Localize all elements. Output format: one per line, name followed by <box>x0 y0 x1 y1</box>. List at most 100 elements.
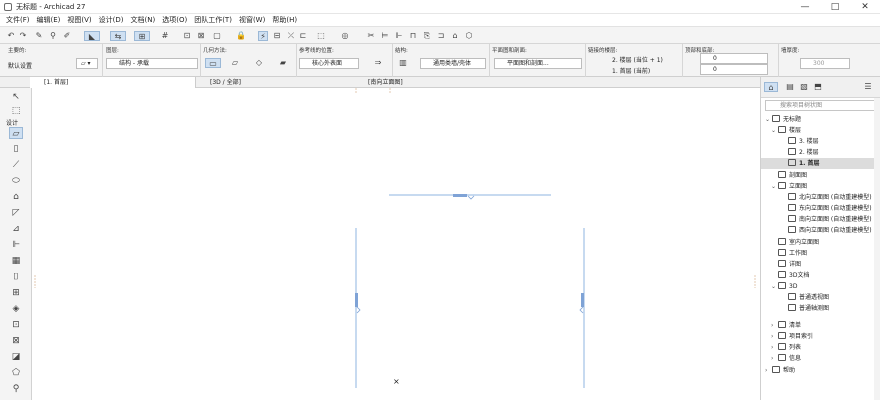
roof-tool-icon[interactable]: ⌂ <box>9 191 23 203</box>
tree-item-info[interactable]: › 信息 <box>771 353 801 364</box>
stair-tool-icon[interactable]: ⊿ <box>9 223 23 235</box>
zone-tool-icon[interactable]: ⊠ <box>9 335 23 347</box>
column-tool-icon[interactable]: ▯ <box>9 143 23 155</box>
navigator-search-input[interactable]: 搜索项目树状图 <box>765 100 877 111</box>
select-icon[interactable]: ▢ <box>212 31 222 41</box>
tree-item-interior-elevations[interactable]: 室内立面图 <box>771 237 819 248</box>
slab-tool-icon[interactable]: ⬭ <box>9 175 23 187</box>
publisher-icon[interactable]: ⬒ <box>813 82 823 92</box>
tree-item-elevations[interactable]: ⌄ 立面图 <box>771 181 807 192</box>
magic-wand-icon[interactable]: ⚡ <box>258 31 268 41</box>
menu-window[interactable]: 视窗(W) <box>239 14 265 26</box>
navigator-menu-icon[interactable]: ☰ <box>861 82 875 92</box>
menu-help[interactable]: 帮助(H) <box>272 14 297 26</box>
menu-edit[interactable]: 编辑(E) <box>37 14 61 26</box>
menu-document[interactable]: 文档(N) <box>131 14 156 26</box>
undo-icon[interactable]: ↶ <box>6 31 16 41</box>
beam-tool-icon[interactable]: ⟋ <box>9 159 23 171</box>
floor-plan-canvas[interactable]: × <box>33 88 760 400</box>
mesh-tool-icon[interactable]: ◪ <box>9 351 23 363</box>
snap-icon[interactable]: ⊞ <box>134 31 150 41</box>
lock-icon[interactable]: 🔒 <box>236 31 246 41</box>
tree-item-sections[interactable]: 剖面图 <box>771 170 807 181</box>
transform-icon[interactable]: ⬚ <box>316 31 326 41</box>
offset-icon[interactable]: ⊟ <box>272 31 282 41</box>
tree-item-axonometry[interactable]: 普通轴测图 <box>781 303 829 314</box>
door-tool-icon[interactable]: ⌷ <box>9 271 23 283</box>
tree-item-lists[interactable]: › 列表 <box>771 342 801 353</box>
close-button[interactable]: ✕ <box>850 0 880 14</box>
intersect-icon[interactable]: ⤫ <box>286 31 296 41</box>
tree-item-stories[interactable]: ⌄ 楼层 <box>771 125 801 136</box>
railing-tool-icon[interactable]: ⊩ <box>9 239 23 251</box>
project-map-icon[interactable]: ⌂ <box>764 82 778 92</box>
tree-item-project-indexes[interactable]: › 项目索引 <box>771 331 813 342</box>
lamp-tool-icon[interactable]: ⚲ <box>9 383 23 395</box>
house-icon[interactable]: ⌂ <box>450 31 460 41</box>
favorites-dropdown[interactable]: ▱ ▾ <box>76 58 98 69</box>
menu-view[interactable]: 视图(V) <box>67 14 91 26</box>
minimize-button[interactable]: — <box>790 0 820 14</box>
grid-icon[interactable]: # <box>160 31 170 41</box>
tree-item-perspective[interactable]: 普通透视图 <box>781 292 829 303</box>
tree-item-north-elevation[interactable]: 北向立面图 (自动重建模型) <box>781 192 872 203</box>
straight-wall-icon[interactable]: ▭ <box>205 58 221 68</box>
menu-teamwork[interactable]: 团队工作(T) <box>194 14 232 26</box>
marquee-tool-icon[interactable]: ⬚ <box>9 105 23 117</box>
tab-south-elevation[interactable]: [南向立面图] <box>358 77 508 88</box>
group-icon[interactable]: ⊠ <box>196 31 206 41</box>
refline-field[interactable]: 核心外表面 <box>299 58 359 69</box>
tab-3d-all[interactable]: [3D / 全部] <box>200 77 350 88</box>
tree-item-worksheets[interactable]: 工作图 <box>771 248 807 259</box>
top-field[interactable]: 0 <box>700 53 768 64</box>
arrow-tool-icon[interactable]: ↖ <box>9 91 23 103</box>
stretch-icon[interactable]: ⊐ <box>436 31 446 41</box>
structure-type-icon[interactable]: ▥ <box>398 58 408 68</box>
menu-options[interactable]: 选项(O) <box>162 14 187 26</box>
eyedropper-icon[interactable]: ⚲ <box>48 31 58 41</box>
object-tool-icon[interactable]: ⊡ <box>9 319 23 331</box>
tree-item-story-2[interactable]: 2. 楼层 <box>781 147 819 158</box>
shell-tool-icon[interactable]: ◸ <box>9 207 23 219</box>
tree-item-project[interactable]: ⌄ 无标题 <box>765 114 801 125</box>
tab-floor-plan[interactable]: [1. 首层] <box>30 77 196 88</box>
trim-icon[interactable]: ⊏ <box>298 31 308 41</box>
view-3d-icon[interactable]: ⬡ <box>464 31 474 41</box>
suspend-groups-icon[interactable]: ⊡ <box>182 31 192 41</box>
tree-item-schedules[interactable]: › 清单 <box>771 320 801 331</box>
menu-file[interactable]: 文件(F) <box>6 14 30 26</box>
layer-toggle-icon[interactable]: ◣ <box>84 31 100 41</box>
view-map-icon[interactable]: ▤ <box>785 82 795 92</box>
tree-item-story-3[interactable]: 3. 楼层 <box>781 136 819 147</box>
morph-tool-icon[interactable]: ⬠ <box>9 367 23 379</box>
scissors-icon[interactable]: ✂ <box>366 31 376 41</box>
tree-item-details[interactable]: 详图 <box>771 259 801 270</box>
default-setting[interactable]: 默认设置 <box>8 61 32 70</box>
window-tool-icon[interactable]: ⊞ <box>9 287 23 299</box>
tree-item-3d-documents[interactable]: 3D文档 <box>771 270 809 281</box>
maximize-button[interactable]: □ <box>820 0 850 14</box>
render-icon[interactable]: ◎ <box>340 31 350 41</box>
align-icon[interactable]: ⊨ <box>380 31 390 41</box>
tree-item-help[interactable]: › 帮助 <box>765 365 795 376</box>
inject-icon[interactable]: ✐ <box>62 31 72 41</box>
structure-field[interactable]: 通用类墙/壳体 <box>420 58 486 69</box>
thickness-field[interactable]: 300 <box>800 58 850 69</box>
guide-line-icon[interactable]: ⇆ <box>110 31 126 41</box>
copy-icon[interactable]: ⎘ <box>422 31 432 41</box>
layer-field[interactable]: 结构 - 承载 <box>106 58 198 69</box>
story-bottom[interactable]: 1. 首层 (当前) <box>612 66 650 75</box>
wall-tool-icon[interactable]: ▱ <box>9 127 23 139</box>
floorplan-field[interactable]: 平面图和剖面... <box>494 58 582 69</box>
skylight-tool-icon[interactable]: ◈ <box>9 303 23 315</box>
curved-wall-icon[interactable]: ▱ <box>230 58 240 68</box>
menu-design[interactable]: 设计(D) <box>99 14 124 26</box>
tree-item-south-elevation[interactable]: 南向立面图 (自动重建模型) <box>781 214 872 225</box>
story-top[interactable]: 2. 楼层 (当位 + 1) <box>612 55 663 64</box>
redo-icon[interactable]: ↷ <box>18 31 28 41</box>
tree-item-east-elevation[interactable]: 东向立面图 (自动重建模型) <box>781 203 872 214</box>
curtain-wall-tool-icon[interactable]: ▦ <box>9 255 23 267</box>
pick-up-icon[interactable]: ✎ <box>34 31 44 41</box>
element-icon[interactable]: ⊓ <box>408 31 418 41</box>
navigator-scrollbar[interactable] <box>874 98 880 400</box>
